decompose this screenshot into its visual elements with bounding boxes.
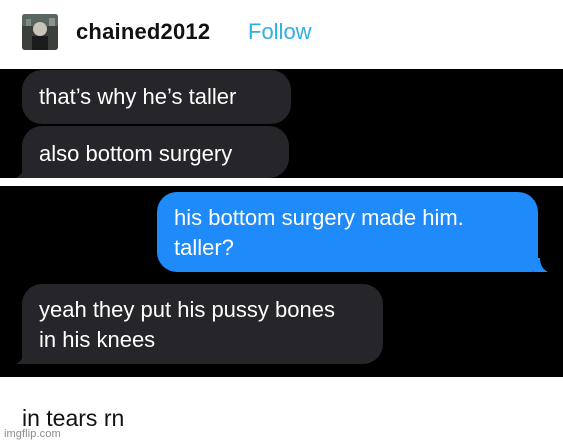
follow-button[interactable]: Follow — [248, 19, 312, 45]
post-header: chained2012 Follow — [0, 0, 563, 68]
username[interactable]: chained2012 — [76, 19, 210, 45]
bubble-tail-right — [534, 258, 548, 272]
bubble-tail-left — [16, 164, 30, 178]
watermark: imgflip.com — [4, 428, 61, 440]
message-bubble-received: yeah they put his pussy bones in his kne… — [22, 284, 383, 364]
avatar-image — [22, 14, 58, 50]
message-bubble-sent: his bottom surgery made him. taller? — [157, 192, 538, 272]
conversation-screenshot-bottom: his bottom surgery made him. taller? yea… — [0, 186, 563, 377]
bubble-tail-left — [16, 350, 30, 364]
conversation-screenshot-top: that’s why he’s taller also bottom surge… — [0, 69, 563, 178]
avatar[interactable] — [22, 14, 58, 50]
message-bubble-received: also bottom surgery — [22, 126, 289, 178]
message-bubble-received: that’s why he’s taller — [22, 70, 291, 124]
